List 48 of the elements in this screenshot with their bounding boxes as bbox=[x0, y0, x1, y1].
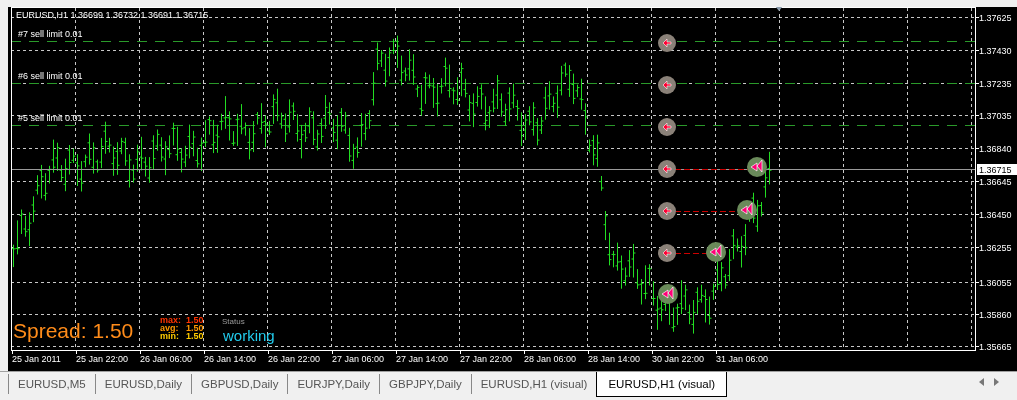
time-label: 31 Jan 06:00 bbox=[716, 354, 769, 364]
price-label: 1.37235 bbox=[979, 78, 1012, 89]
current-price-tag: 1.36715 bbox=[977, 164, 1017, 175]
time-label: 26 Jan 22:00 bbox=[268, 354, 321, 364]
price-label: 1.36255 bbox=[979, 242, 1012, 253]
time-label: 26 Jan 06:00 bbox=[140, 354, 193, 364]
order-fill-icon bbox=[747, 157, 767, 177]
price-label: 1.36055 bbox=[979, 277, 1012, 288]
spread-stat: min: 1.50 bbox=[160, 331, 204, 341]
spread-stat: max: 1.50 bbox=[160, 315, 204, 325]
shift-marker-icon bbox=[775, 7, 783, 11]
price-label: 1.36450 bbox=[979, 209, 1012, 220]
spread-stat: avg: 1.50 bbox=[160, 323, 204, 333]
trade-link-line bbox=[674, 253, 709, 254]
time-label: 30 Jan 22:00 bbox=[652, 354, 705, 364]
chart-tab[interactable]: EURUSD,H1 (visual) bbox=[596, 372, 728, 397]
chart-tab[interactable]: GBPJPY,Daily bbox=[379, 374, 471, 394]
price-label: 1.37625 bbox=[979, 12, 1012, 23]
chart-title: EURUSD,H1 1.36699 1.36732 1.36691 1.36715 bbox=[16, 10, 209, 20]
chart-tab[interactable]: EURJPY,Daily bbox=[287, 374, 380, 394]
status-label: Status bbox=[222, 317, 245, 326]
chart-tab[interactable]: GBPUSD,Daily bbox=[191, 374, 288, 394]
price-label: 1.37430 bbox=[979, 45, 1012, 56]
scroll-left-icon[interactable] bbox=[979, 378, 984, 386]
price-label: 1.35860 bbox=[979, 309, 1012, 320]
chart-tab[interactable]: EURUSD,M5 bbox=[8, 374, 95, 394]
chart-tab[interactable]: EURUSD,Daily bbox=[94, 374, 192, 394]
scroll-right-icon[interactable] bbox=[994, 378, 999, 386]
time-label: 27 Jan 06:00 bbox=[332, 354, 385, 364]
time-label: 27 Jan 22:00 bbox=[460, 354, 513, 364]
time-label: 25 Jan 22:00 bbox=[76, 354, 129, 364]
time-label: 25 Jan 2011 bbox=[12, 354, 61, 364]
order-fill-icon bbox=[737, 200, 757, 220]
time-label: 28 Jan 06:00 bbox=[524, 354, 577, 364]
order-fill-icon bbox=[658, 284, 678, 304]
time-label: 26 Jan 14:00 bbox=[204, 354, 257, 364]
order-label: #7 sell limit 0.01 bbox=[18, 29, 83, 39]
spread-readout: Spread: 1.50 bbox=[13, 319, 134, 342]
time-label: 27 Jan 14:00 bbox=[396, 354, 449, 364]
price-label: 1.36840 bbox=[979, 143, 1012, 154]
time-label: 28 Jan 14:00 bbox=[588, 354, 641, 364]
status-value: working bbox=[223, 327, 275, 344]
price-label: 1.35665 bbox=[979, 341, 1012, 352]
price-label: 1.37035 bbox=[979, 110, 1012, 121]
price-label: 1.36645 bbox=[979, 176, 1012, 187]
order-label: #6 sell limit 0.01 bbox=[18, 71, 83, 81]
order-label: #5 sell limit 0.01 bbox=[18, 113, 83, 123]
order-fill-icon bbox=[706, 242, 726, 262]
